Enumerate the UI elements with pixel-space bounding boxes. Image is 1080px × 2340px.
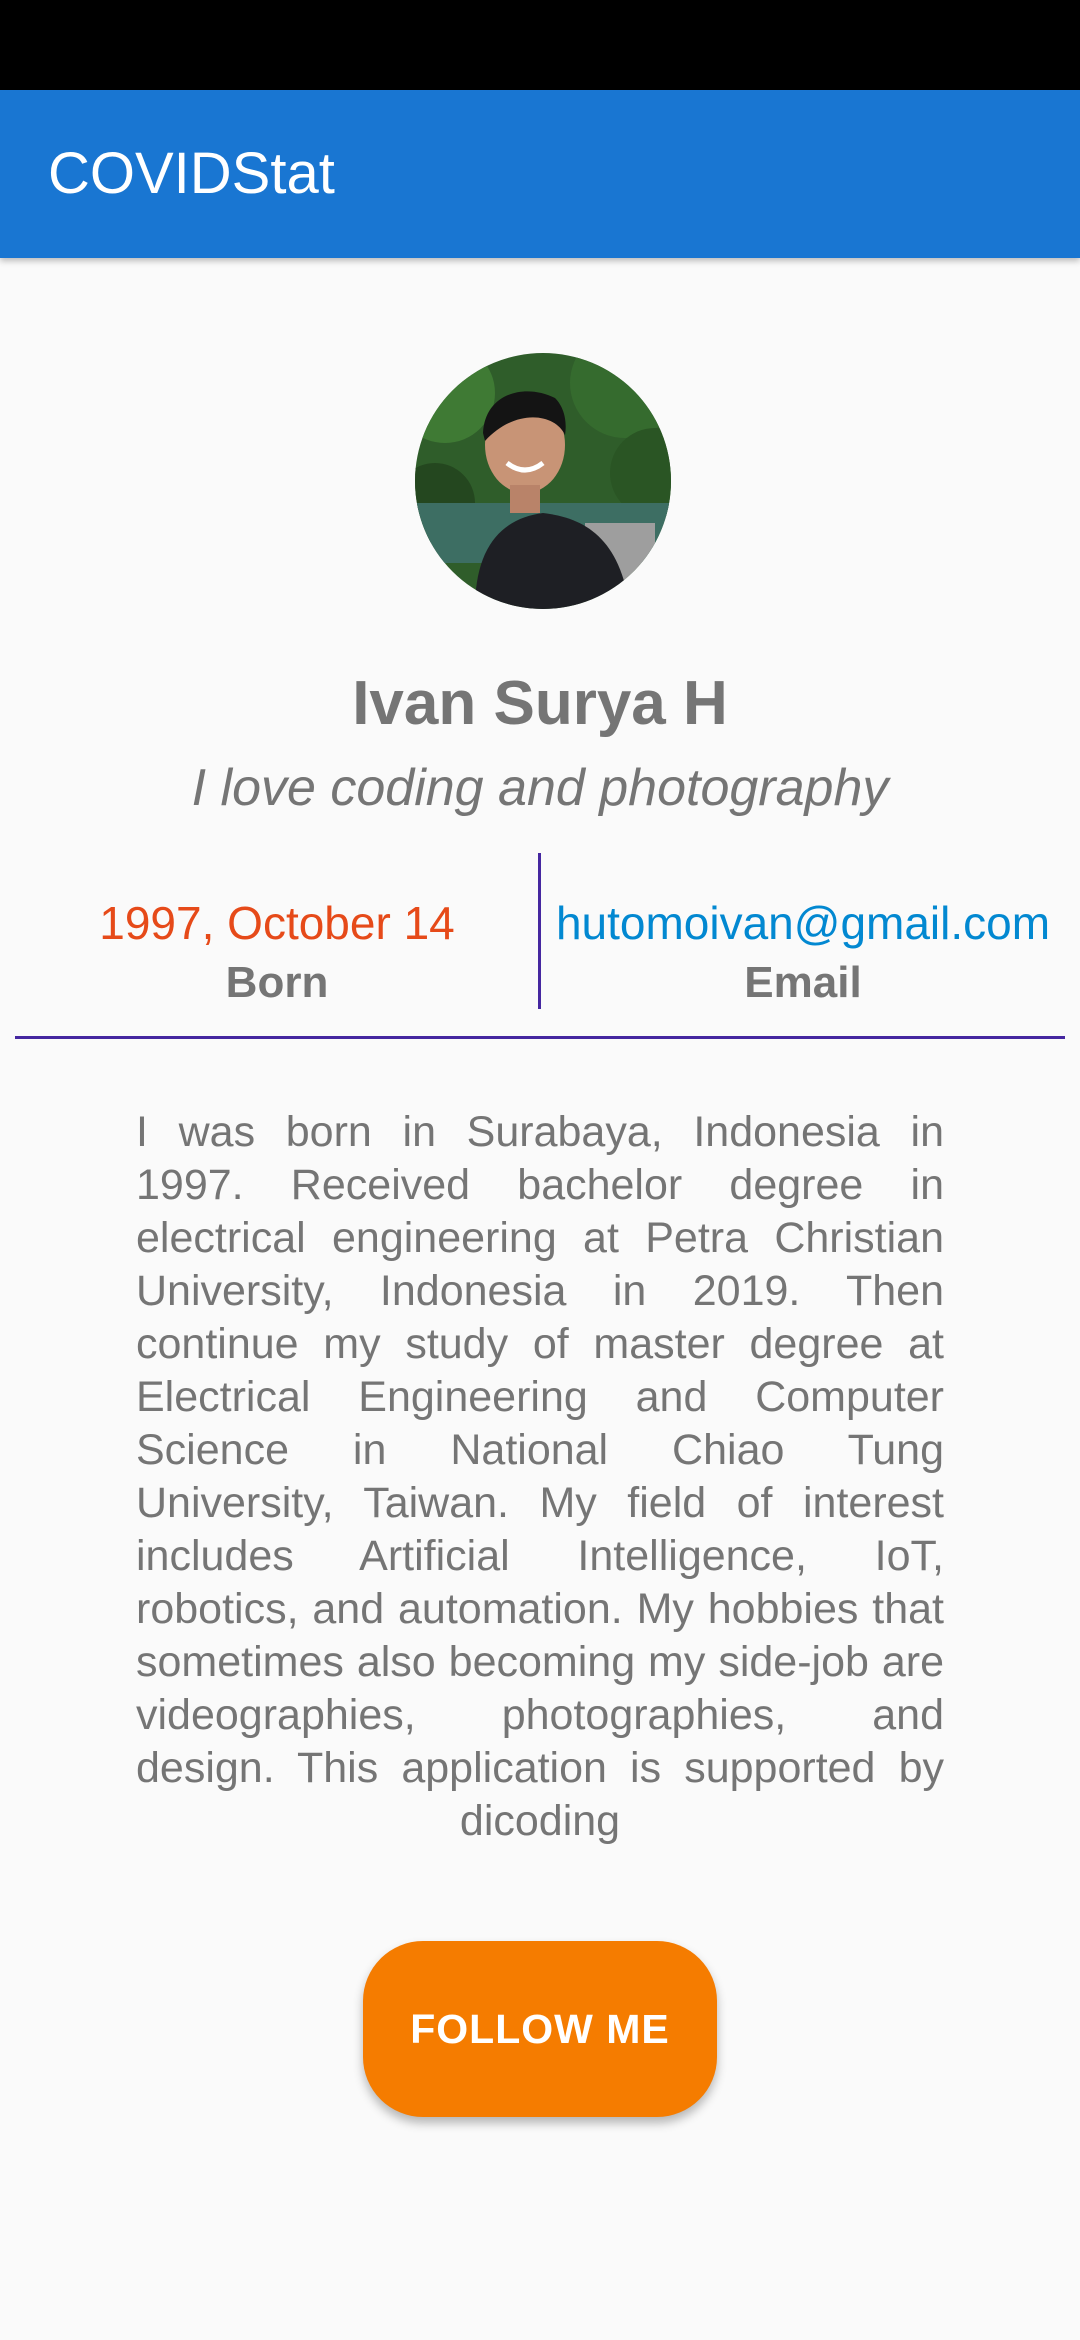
- profile-name: Ivan Surya H: [352, 669, 728, 738]
- email-section: hutomoivan@gmail.com Email: [541, 853, 1065, 1013]
- follow-me-button[interactable]: FOLLOW ME: [363, 1941, 717, 2117]
- profile-tagline: I love coding and photography: [191, 759, 889, 817]
- email-label: Email: [744, 958, 862, 1007]
- info-row: 1997, October 14 Born hutomoivan@gmail.c…: [15, 853, 1065, 1039]
- born-label: Born: [225, 958, 329, 1007]
- app-title: COVIDStat: [48, 141, 335, 206]
- avatar: [415, 353, 671, 609]
- born-section: 1997, October 14 Born: [15, 853, 539, 1013]
- born-value: 1997, October 14: [99, 897, 455, 949]
- status-bar: [0, 0, 1080, 90]
- bio-text: I was born in Surabaya, Indonesia in 199…: [136, 1108, 944, 1845]
- profile-photo: [415, 353, 671, 609]
- horizontal-divider: [15, 1036, 1065, 1039]
- email-value[interactable]: hutomoivan@gmail.com: [541, 893, 1065, 953]
- app-bar: COVIDStat: [0, 90, 1080, 258]
